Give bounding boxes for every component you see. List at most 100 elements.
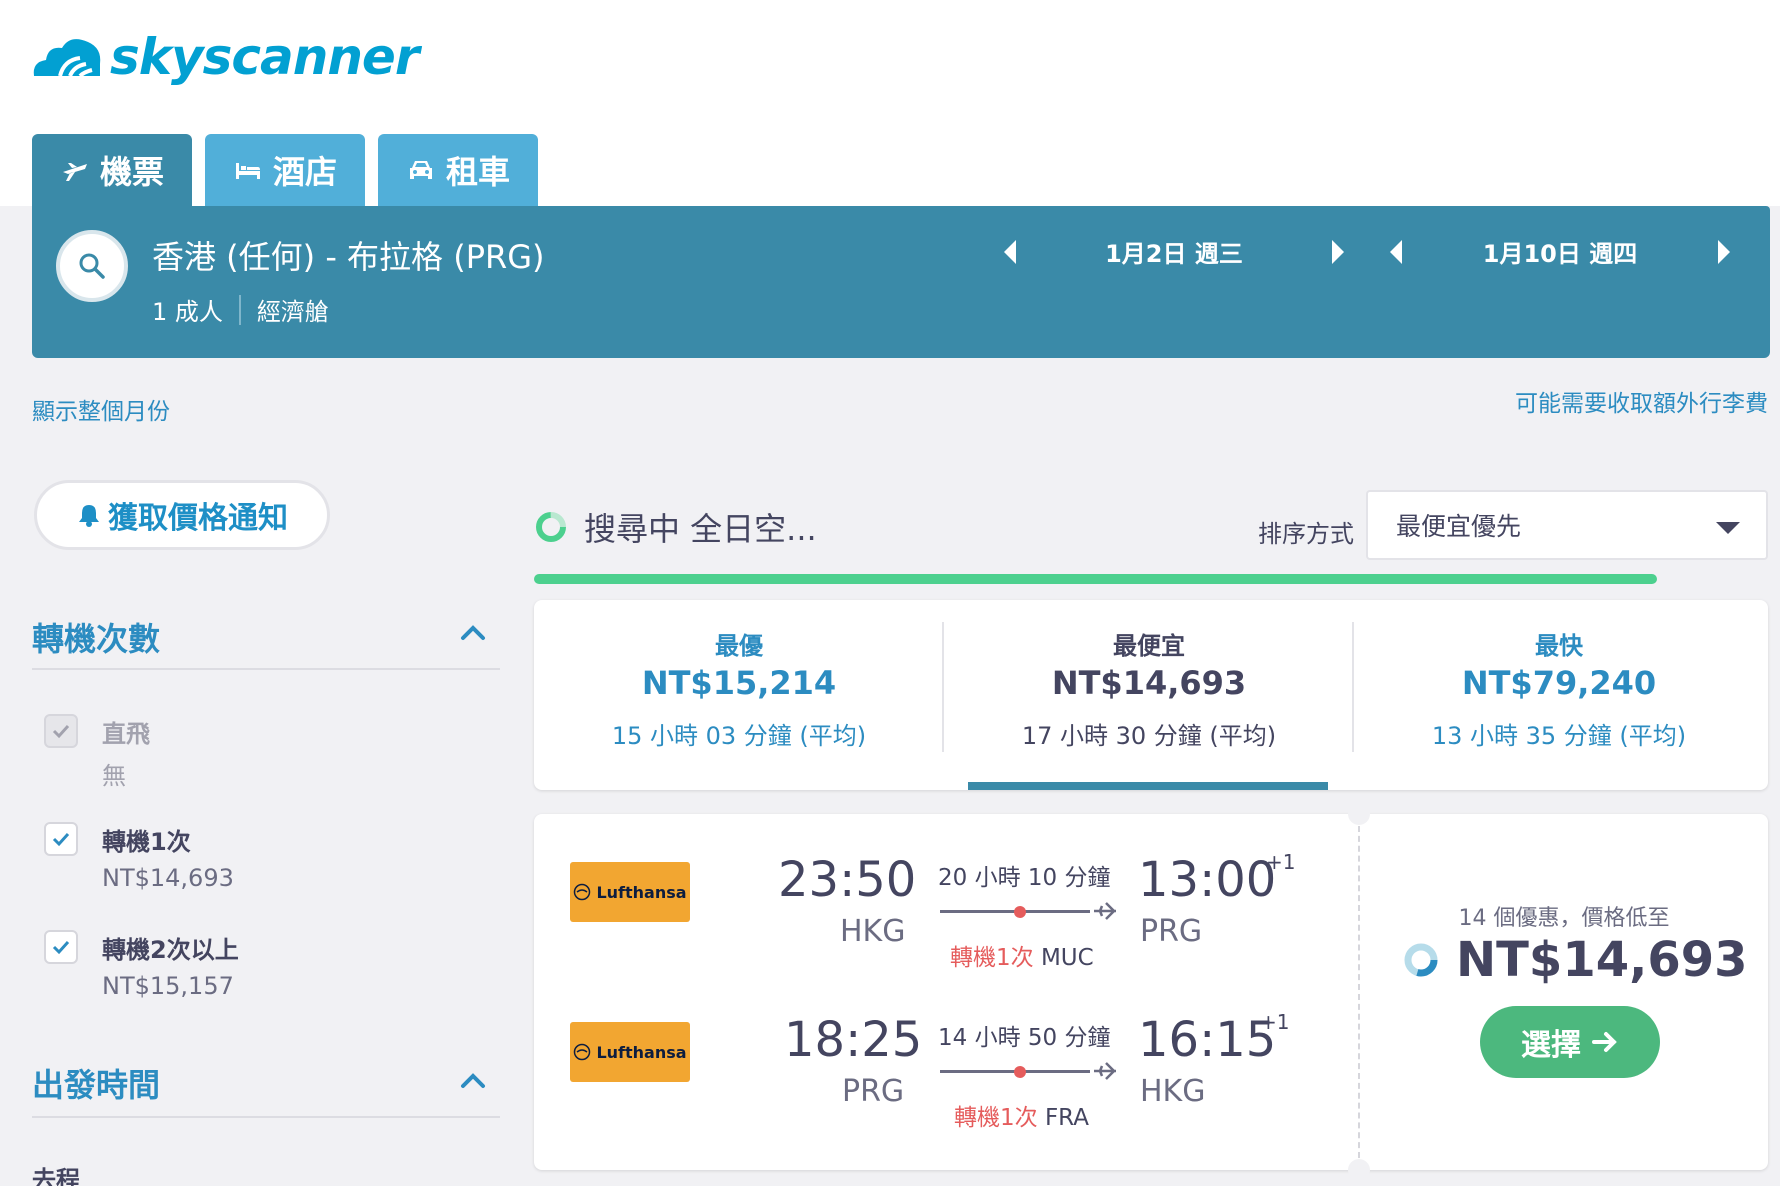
tab-car-hire[interactable]: 租車	[378, 134, 539, 206]
sort-summary-tabs: 最優 NT$15,214 15 小時 03 分鐘 (平均) 最便宜 NT$14,…	[534, 600, 1768, 790]
arrival-airport: PRG	[1140, 914, 1203, 949]
route-text: 香港 (任何) - 布拉格 (PRG)	[152, 238, 545, 276]
price-alert-label: 獲取價格通知	[108, 501, 288, 536]
tab-flights[interactable]: 機票	[32, 134, 193, 206]
tab-hotels[interactable]: 酒店	[205, 134, 366, 206]
stop-airport: MUC	[1040, 945, 1094, 971]
skyscanner-cloud-icon	[33, 39, 101, 78]
price-alert-button[interactable]: 獲取價格通知	[34, 480, 330, 550]
two-plus-stops-label[interactable]: 轉機2次以上	[102, 930, 239, 965]
stop-airport: FRA	[1044, 1105, 1089, 1131]
check-icon	[52, 724, 70, 739]
deals-count: 14 個優惠，價格低至	[1458, 906, 1670, 931]
one-stop-label[interactable]: 轉機1次	[102, 822, 191, 857]
one-stop-price: NT$14,693	[102, 864, 234, 892]
summary-fastest[interactable]: 最快 NT$79,240 13 小時 35 分鐘 (平均)	[1354, 600, 1764, 790]
return-date-nav: 1月10日 週四	[1390, 234, 1730, 269]
select-button[interactable]: 選擇	[1480, 1006, 1660, 1078]
selected-tab-indicator	[968, 782, 1328, 790]
search-status: 搜尋中 全日空...	[534, 504, 817, 550]
one-stop-checkbox[interactable]	[44, 822, 78, 856]
departure-airport: HKG	[840, 914, 906, 949]
flight-result-card[interactable]: Lufthansa 23:50 HKG 20 小時 10 分鐘 轉機1次 MUC…	[534, 803, 1768, 1181]
airline-name: Lufthansa	[596, 1042, 687, 1062]
return-date[interactable]: 1月10日 週四	[1402, 234, 1718, 269]
divider	[32, 1116, 500, 1118]
leg-duration: 20 小時 10 分鐘	[938, 865, 1111, 891]
tab-hotels-label: 酒店	[273, 153, 338, 191]
tab-car-hire-label: 租車	[446, 153, 511, 191]
return-date-next-button[interactable]	[1718, 239, 1730, 264]
chevron-up-icon[interactable]	[460, 1068, 486, 1094]
arrival-time: 16:15	[1138, 1012, 1277, 1068]
arrow-right-icon	[1592, 1032, 1617, 1052]
summary-best-duration: 15 小時 03 分鐘 (平均)	[611, 722, 867, 750]
direct-checkbox	[44, 714, 78, 748]
summary-cheapest-label: 最便宜	[1113, 632, 1185, 660]
search-summary-bar: 香港 (任何) - 布拉格 (PRG) 1 成人 經濟艙 1月2日 週三 1月1…	[32, 206, 1770, 358]
cabin-class: 經濟艙	[256, 298, 329, 326]
day-offset: +1	[1266, 850, 1296, 874]
searching-text: 搜尋中 全日空...	[584, 510, 817, 548]
depart-time-filter-title[interactable]: 出發時間	[32, 1060, 160, 1106]
search-icon	[79, 253, 105, 279]
vertical-tabs: 機票 酒店 租車	[32, 134, 539, 206]
chevron-up-icon[interactable]	[460, 620, 486, 646]
baggage-fee-link[interactable]: 可能需要收取額外行李費	[1515, 384, 1768, 418]
result-price-value: NT$14,693	[1456, 932, 1748, 988]
two-plus-stops-checkbox[interactable]	[44, 930, 78, 964]
passenger-summary: 1 成人 經濟艙	[152, 292, 329, 327]
stops-info: 轉機1次 MUC	[950, 938, 1094, 972]
plane-icon	[1094, 1062, 1116, 1080]
check-icon	[52, 832, 70, 847]
summary-fastest-price: NT$79,240	[1461, 664, 1657, 702]
divider	[32, 668, 500, 670]
depart-date[interactable]: 1月2日 週三	[1016, 234, 1332, 269]
stops-filter-title[interactable]: 轉機次數	[32, 614, 160, 660]
ticket-notch	[1348, 1159, 1370, 1181]
lufthansa-logo: Lufthansa	[570, 862, 690, 922]
depart-date-next-button[interactable]	[1332, 239, 1344, 264]
stop-count: 轉機1次	[954, 1105, 1038, 1131]
summary-best-price: NT$15,214	[641, 664, 837, 702]
tab-flights-label: 機票	[100, 153, 165, 191]
return-date-prev-button[interactable]	[1390, 239, 1402, 264]
brand-name: skyscanner	[110, 28, 420, 86]
departure-time: 18:25	[784, 1012, 923, 1068]
arrival-airport: HKG	[1140, 1074, 1206, 1109]
plane-icon	[1094, 902, 1116, 920]
bell-icon	[79, 505, 99, 527]
search-progress-bar	[534, 574, 1657, 584]
two-plus-stops-price: NT$15,157	[102, 972, 234, 1000]
loading-spinner-icon	[536, 512, 566, 542]
sort-select[interactable]: 最便宜優先	[1366, 490, 1768, 560]
show-whole-month-link[interactable]: 顯示整個月份	[32, 392, 170, 426]
summary-best[interactable]: 最優 NT$15,214 15 小時 03 分鐘 (平均)	[534, 600, 944, 790]
skyscanner-logo[interactable]: skyscanner	[30, 28, 420, 86]
crane-icon	[574, 883, 591, 901]
summary-fastest-duration: 13 小時 35 分鐘 (平均)	[1431, 722, 1687, 750]
check-icon	[52, 940, 70, 955]
stop-dot	[1014, 906, 1026, 918]
loading-spinner-icon	[1404, 943, 1438, 977]
select-label: 選擇	[1521, 1028, 1581, 1063]
bed-icon	[236, 163, 261, 179]
depart-date-prev-button[interactable]	[1004, 239, 1016, 264]
crane-icon	[574, 1043, 591, 1061]
summary-fastest-label: 最快	[1535, 632, 1583, 660]
stop-count: 轉機1次	[950, 945, 1034, 971]
edit-search-button[interactable]	[56, 230, 128, 302]
departure-time: 23:50	[778, 852, 917, 908]
plane-icon	[63, 163, 87, 181]
lufthansa-logo: Lufthansa	[570, 1022, 690, 1082]
arrival-time: 13:00	[1138, 852, 1277, 908]
direct-price: 無	[102, 762, 126, 790]
summary-cheapest[interactable]: 最便宜 NT$14,693 17 小時 30 分鐘 (平均)	[944, 600, 1354, 790]
stop-dot	[1014, 1066, 1026, 1078]
chevron-down-icon	[1716, 522, 1740, 534]
sort-label: 排序方式	[1258, 520, 1354, 548]
leg-duration: 14 小時 50 分鐘	[938, 1025, 1111, 1051]
outbound-label: 去程	[32, 1166, 80, 1186]
passenger-count: 1 成人	[152, 298, 223, 326]
stops-info: 轉機1次 FRA	[954, 1098, 1089, 1132]
